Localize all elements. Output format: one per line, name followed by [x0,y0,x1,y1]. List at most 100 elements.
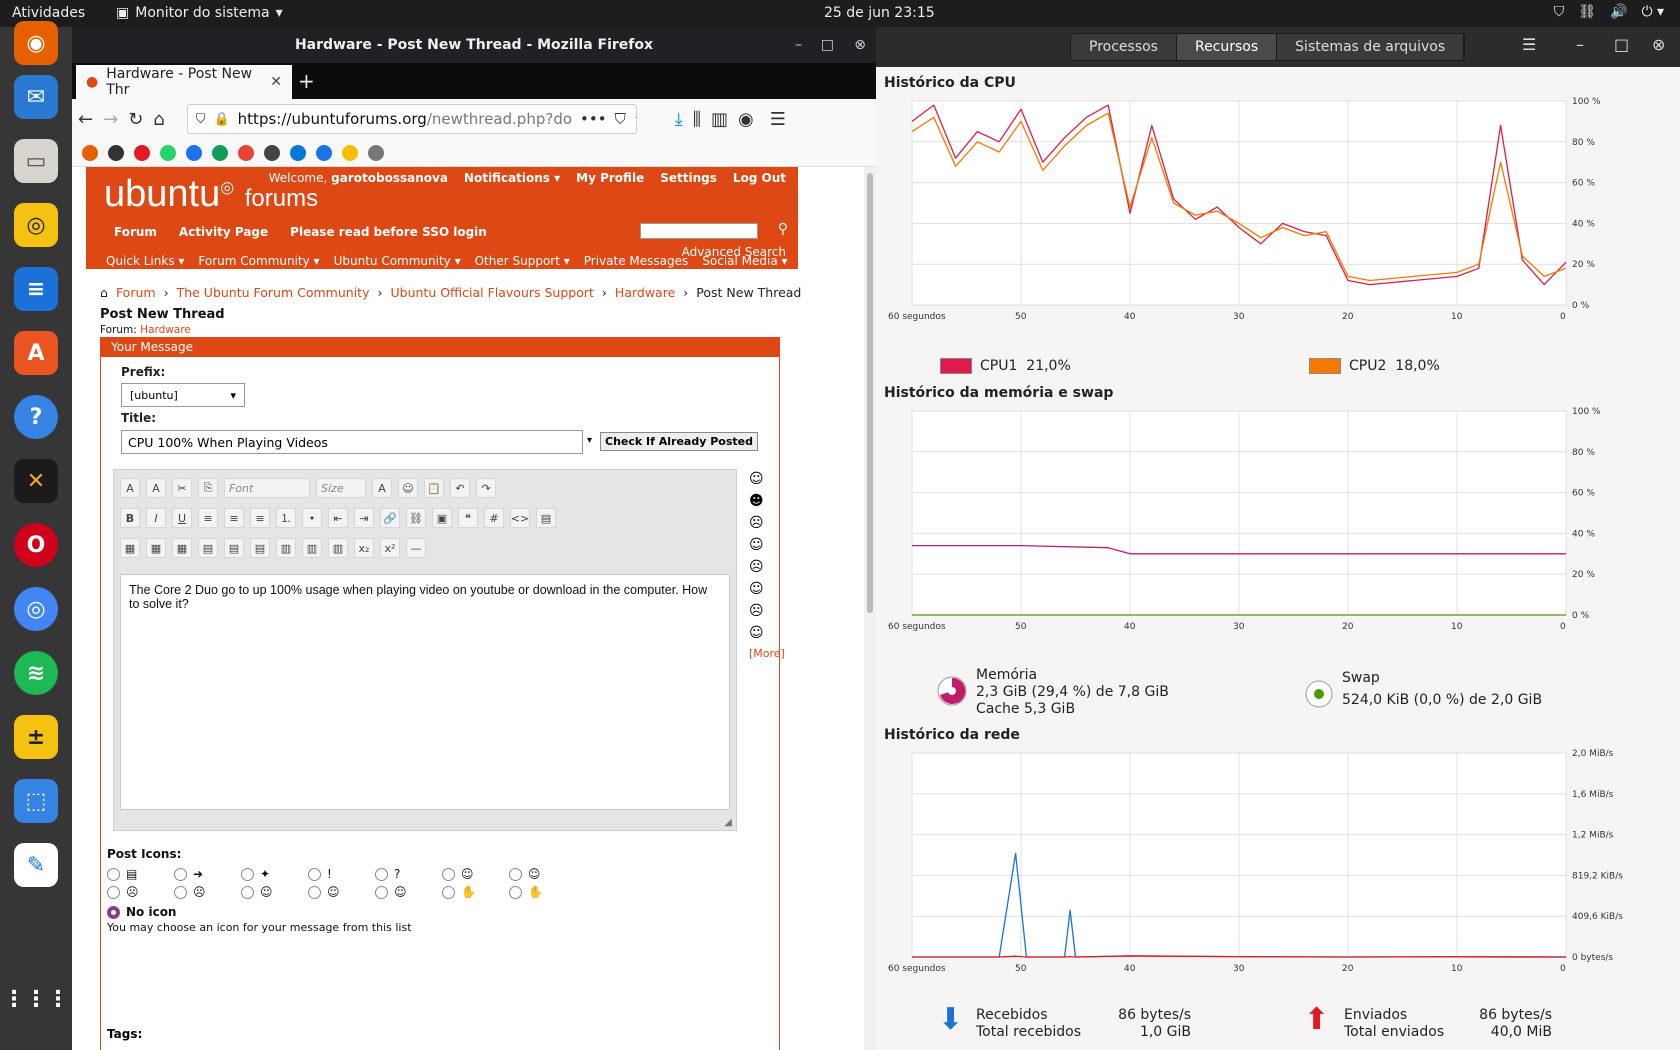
smiley-icon[interactable]: ☻ [749,493,785,509]
page-scrollbar[interactable] [864,167,876,1050]
tab-resources[interactable]: Recursos [1176,34,1278,60]
subscript-icon[interactable]: x₂ [354,538,374,558]
thunderbird-icon[interactable]: ✉ [14,75,58,119]
search-icon[interactable]: ⚲ [778,221,788,237]
font-select[interactable]: Font [224,478,310,498]
remove-format-icon[interactable]: A [120,478,140,498]
bullet-list-icon[interactable]: • [302,508,322,528]
paste-icon[interactable]: 📋 [424,478,444,498]
more-smilies-link[interactable]: [More] [749,647,785,660]
post-icon-option[interactable]: ☺ [442,867,509,881]
ordered-list-icon[interactable]: ⒈ [276,508,296,528]
opera-icon[interactable]: O [14,523,58,567]
post-icon-option[interactable]: ☹ [174,885,241,899]
menu-icon[interactable]: ☰ [770,109,786,130]
bookmark-icon[interactable] [212,144,228,161]
bookmark-icon[interactable] [134,144,150,161]
redo-icon[interactable]: ↷ [476,478,496,498]
nav-private-messages[interactable]: Private Messages [584,254,689,268]
close-icon[interactable]: ⊗ [1652,35,1665,54]
account-icon[interactable]: ◉ [738,109,754,130]
nav-forum-community[interactable]: Forum Community ▾ [198,254,319,268]
home-icon[interactable]: ⌂ [100,285,108,300]
hamburger-menu-icon[interactable]: ☰ [1522,35,1536,54]
hash-icon[interactable]: # [484,508,504,528]
download-icon[interactable]: ⤓ [675,109,683,130]
app-menu[interactable]: ▣ Monitor do sistema ▾ [116,5,283,21]
swap-pie-icon[interactable] [1304,679,1334,709]
table-icon[interactable]: ▦ [172,538,192,558]
chromium-icon[interactable]: ◎ [14,587,58,631]
smiley-icon[interactable]: ☺ [749,581,785,597]
forward-icon[interactable]: → [103,109,118,130]
tab-filesystems[interactable]: Sistemas de arquivos [1277,34,1465,60]
nav-other-support[interactable]: Other Support ▾ [475,254,570,268]
clock[interactable]: 25 de jun 23:15 [824,5,935,21]
close-icon[interactable]: ⊗ [854,27,866,63]
post-icon-option[interactable]: ✋ [442,885,509,899]
nav-ubuntu-community[interactable]: Ubuntu Community ▾ [334,254,461,268]
post-icon-option[interactable]: ☺ [375,885,442,899]
table-col-icon[interactable]: ▥ [276,538,296,558]
smiley-icon[interactable]: ☹ [749,515,785,531]
code-icon[interactable]: <> [510,508,530,528]
post-icon-option[interactable]: ▤ [107,867,174,881]
post-icon-option[interactable]: ➜ [174,867,241,881]
align-center-icon[interactable]: ≡ [224,508,244,528]
resize-handle-icon[interactable]: ◢ [724,817,732,828]
cut-icon[interactable]: ✂ [172,478,192,498]
smiley-icon[interactable]: ☹ [749,559,785,575]
advanced-search-link[interactable]: Advanced Search [682,245,786,259]
size-select[interactable]: Size [316,478,366,498]
table-col-icon[interactable]: ▥ [302,538,322,558]
bookmark-icon[interactable] [108,144,124,161]
nav-quick-links[interactable]: Quick Links ▾ [106,254,184,268]
nav-activity[interactable]: Activity Page [179,225,268,239]
bookmark-icon[interactable] [238,144,254,161]
smiley-icon[interactable]: ☺ [749,537,785,553]
volume-icon[interactable]: 🔊 [1610,4,1627,20]
post-icon-option[interactable]: ☺ [241,885,308,899]
close-tab-icon[interactable]: ✕ [270,74,282,90]
title-input[interactable]: CPU 100% When Playing Videos [121,430,583,454]
undo-icon[interactable]: ↶ [450,478,470,498]
more-actions-icon[interactable]: ••• [580,110,607,128]
breadcrumb-link[interactable]: The Ubuntu Forum Community [177,285,370,300]
table-col-icon[interactable]: ▥ [328,538,348,558]
minimize-icon[interactable]: – [1576,35,1584,54]
calculator-icon[interactable]: ± [14,715,58,759]
horizontal-rule-icon[interactable]: — [406,538,426,558]
bookmark-icon[interactable] [82,144,98,161]
pocket-icon[interactable]: ⛉ [615,110,626,128]
sidebar-icon[interactable]: ▥ [711,109,728,130]
lock-icon[interactable]: 🔒 [213,112,229,127]
align-right-icon[interactable]: ≡ [250,508,270,528]
nav-sso[interactable]: Please read before SSO login [290,225,487,239]
post-icon-option[interactable]: ! [308,867,375,881]
align-left-icon[interactable]: ≡ [198,508,218,528]
scrollbar-thumb[interactable] [867,173,873,613]
maximize-icon[interactable]: □ [821,27,834,63]
bookmark-icon[interactable] [264,144,280,161]
post-icon-option[interactable]: ☺ [308,885,375,899]
post-icon-option[interactable]: ? [375,867,442,881]
shield-icon[interactable]: ⛉ [196,112,206,127]
bookmark-icon[interactable] [368,144,384,161]
system-tray[interactable]: ⛉ ⛓ 🔊 ⏻ ▾ [1554,4,1664,20]
table-row-icon[interactable]: ▤ [224,538,244,558]
breadcrumb-link[interactable]: Hardware [615,285,675,300]
app-icon[interactable]: ✕ [14,459,58,503]
link-icon[interactable]: 🔗 [380,508,400,528]
firefox-icon[interactable]: ◉ [14,21,58,65]
text-editor-icon[interactable]: ✎ [14,843,58,887]
forum-search-input[interactable] [640,223,758,239]
check-posted-button[interactable]: Check If Already Posted [600,432,758,451]
maximize-icon[interactable]: □ [1614,35,1629,54]
breadcrumb-link[interactable]: Ubuntu Official Flavours Support [390,285,593,300]
table-icon[interactable]: ▦ [120,538,140,558]
image-icon[interactable]: ▣ [432,508,452,528]
font-color-icon[interactable]: A [372,478,392,498]
my-profile-link[interactable]: My Profile [576,171,644,185]
settings-link[interactable]: Settings [660,171,717,185]
superscript-icon[interactable]: x² [380,538,400,558]
